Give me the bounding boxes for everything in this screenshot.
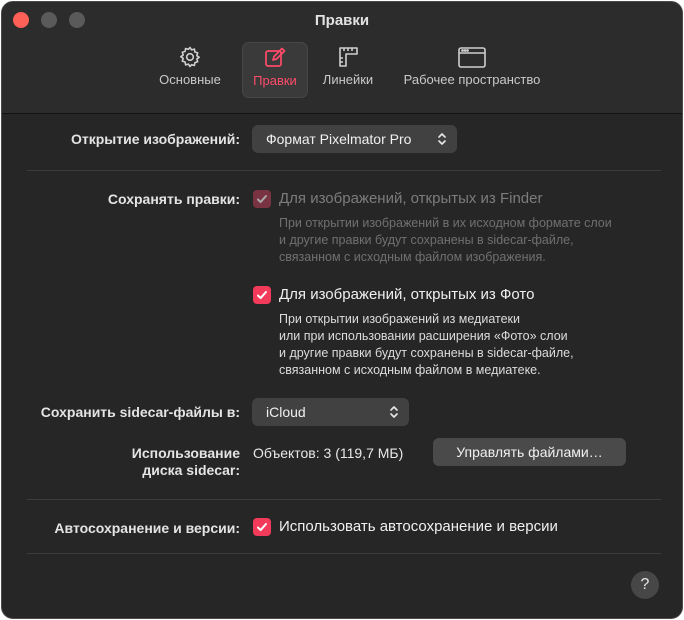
finder-description-line: связанном с исходным файлом изображения. xyxy=(279,250,546,264)
photos-checkbox[interactable] xyxy=(253,286,271,304)
tab-workspace-label: Рабочее пространство xyxy=(403,72,541,87)
sidecar-location-value: iCloud xyxy=(266,404,306,420)
autosave-label: Автосохранение и версии: xyxy=(54,520,240,536)
tab-rulers[interactable]: Линейки xyxy=(314,42,382,98)
chevron-up-down-icon xyxy=(390,406,398,418)
sidecar-usage-label-line1: Использование xyxy=(131,445,240,461)
autosave-checkbox-label: Использовать автосохранение и версии xyxy=(279,518,558,535)
checkmark-icon xyxy=(257,523,267,532)
separator xyxy=(27,553,661,554)
help-button[interactable]: ? xyxy=(631,571,659,599)
sidecar-usage-value: Объектов: 3 (119,7 МБ) xyxy=(253,445,404,461)
window-icon xyxy=(458,47,486,68)
checkmark-icon xyxy=(257,291,267,300)
gear-icon xyxy=(180,46,200,68)
tab-rulers-label: Линейки xyxy=(322,72,374,87)
open-images-value: Формат Pixelmator Pro xyxy=(266,131,412,147)
photos-description-line: При открытии изображений из медиатеки xyxy=(279,312,521,326)
autosave-checkbox[interactable] xyxy=(253,518,271,536)
window-title: Правки xyxy=(314,12,370,29)
photos-checkbox-label: Для изображений, открытых из Фото xyxy=(279,286,535,303)
finder-checkbox[interactable] xyxy=(253,190,271,208)
finder-description-line: и другие правки будут сохранены в sideca… xyxy=(279,233,574,247)
separator xyxy=(27,170,661,171)
title-bar: Правки Основные Правки Линейки Рабочее п… xyxy=(2,2,682,114)
tab-general-label: Основные xyxy=(159,72,221,87)
edit-icon xyxy=(265,47,286,67)
photos-description-line: и другие правки будут сохранены в sideca… xyxy=(279,346,574,360)
separator xyxy=(27,499,661,500)
photos-description-line: связанном с исходным файлом в медиатеке. xyxy=(279,363,541,377)
open-images-popup[interactable]: Формат Pixelmator Pro xyxy=(252,125,457,153)
save-edits-label: Сохранять правки: xyxy=(107,191,240,207)
chevron-up-down-icon xyxy=(438,133,446,145)
tab-edits[interactable]: Правки xyxy=(242,42,308,98)
sidecar-usage-label-line2: диска sidecar: xyxy=(142,462,240,478)
checkmark-icon xyxy=(257,195,267,204)
tab-workspace[interactable]: Рабочее пространство xyxy=(394,42,550,98)
photos-description-line: или при использовании расширения «Фото» … xyxy=(279,329,568,343)
finder-description-line: При открытии изображений в их исходном ф… xyxy=(279,216,612,230)
sidecar-location-popup[interactable]: iCloud xyxy=(252,398,409,426)
ruler-icon xyxy=(339,47,358,67)
tab-edits-label: Правки xyxy=(253,73,297,88)
preferences-window: Правки Основные Правки Линейки Рабочее п… xyxy=(1,1,683,619)
open-images-label: Открытие изображений: xyxy=(70,131,240,147)
manage-files-button[interactable]: Управлять файлами… xyxy=(433,438,626,466)
sidecar-location-label: Сохранить sidecar-файлы в: xyxy=(40,404,240,420)
tab-general[interactable]: Основные xyxy=(152,42,228,98)
finder-checkbox-label: Для изображений, открытых из Finder xyxy=(279,190,543,207)
